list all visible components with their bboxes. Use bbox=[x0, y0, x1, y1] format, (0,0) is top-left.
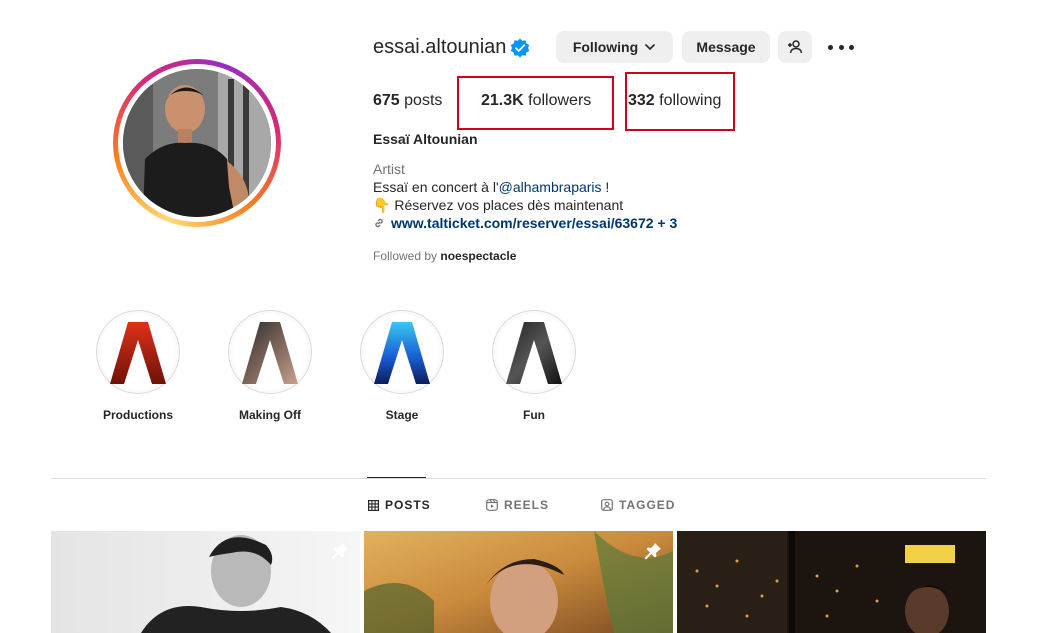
tagged-icon bbox=[601, 499, 613, 511]
bio-line-1: Essaï en concert à l'@alhambraparis ! bbox=[373, 179, 610, 195]
post-thumbnail[interactable] bbox=[364, 531, 673, 633]
more-options-icon[interactable] bbox=[828, 38, 854, 56]
link-icon bbox=[375, 218, 383, 228]
followed-by[interactable]: Followed by noespectacle bbox=[373, 249, 516, 263]
pinned-icon bbox=[644, 543, 661, 560]
profile-avatar[interactable] bbox=[113, 59, 281, 227]
post-thumbnail[interactable] bbox=[51, 531, 360, 633]
add-user-icon bbox=[788, 40, 803, 54]
category-label: Artist bbox=[373, 161, 405, 177]
post-image bbox=[51, 531, 360, 633]
followers-link[interactable]: 21.3K followers bbox=[481, 92, 591, 110]
mention-link[interactable]: @alhambraparis bbox=[499, 179, 602, 195]
highlight-making-off-cover bbox=[242, 322, 298, 384]
pinned-icon bbox=[331, 543, 348, 560]
chevron-down-icon bbox=[645, 44, 655, 51]
highlight-stage[interactable]: Stage bbox=[359, 310, 445, 422]
highlight-productions-cover bbox=[110, 322, 166, 384]
message-button[interactable]: Message bbox=[682, 31, 770, 63]
full-name: Essaï Altounian bbox=[373, 131, 478, 147]
verified-badge-icon bbox=[510, 38, 530, 58]
active-tab-indicator bbox=[367, 477, 426, 478]
highlight-stage-cover bbox=[374, 322, 430, 384]
bio-line-2: 👇 Réservez vos places dès maintenant bbox=[373, 197, 624, 213]
pointing-down-emoji-icon: 👇 bbox=[373, 197, 391, 213]
tabs-divider bbox=[51, 478, 986, 479]
posts-count: 675 posts bbox=[373, 92, 443, 109]
following-button-label: Following bbox=[572, 39, 639, 55]
highlight-label: Making Off bbox=[239, 408, 301, 422]
message-button-label: Message bbox=[696, 39, 756, 55]
following-link[interactable]: 332 following bbox=[628, 92, 721, 110]
post-image bbox=[364, 531, 673, 633]
highlight-fun-cover bbox=[506, 322, 562, 384]
avatar-photo bbox=[123, 69, 271, 217]
reels-icon bbox=[486, 499, 498, 511]
tab-posts[interactable]: POSTS bbox=[368, 498, 431, 512]
highlight-label: Stage bbox=[385, 408, 419, 422]
suggested-users-button[interactable] bbox=[778, 31, 812, 63]
username: essai.altounian bbox=[373, 36, 507, 58]
post-image bbox=[677, 531, 986, 633]
highlight-productions[interactable]: Productions bbox=[95, 310, 181, 422]
tab-tagged[interactable]: TAGGED bbox=[601, 498, 675, 512]
highlight-making-off[interactable]: Making Off bbox=[227, 310, 313, 422]
following-button[interactable]: Following bbox=[556, 31, 673, 63]
bio-link[interactable]: www.talticket.com/reserver/essai/63672 +… bbox=[373, 215, 677, 231]
grid-icon bbox=[368, 499, 379, 511]
post-thumbnail[interactable] bbox=[677, 531, 986, 633]
tab-reels[interactable]: REELS bbox=[486, 498, 549, 512]
highlight-fun[interactable]: Fun bbox=[491, 310, 577, 422]
highlight-label: Productions bbox=[102, 408, 173, 422]
highlight-label: Fun bbox=[523, 408, 545, 422]
